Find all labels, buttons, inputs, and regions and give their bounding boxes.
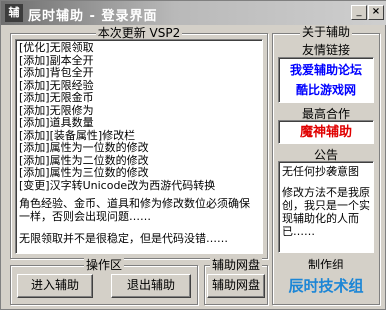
netdisk-button[interactable]: 辅助网盘 <box>207 274 265 298</box>
enter-button[interactable]: 进入辅助 <box>17 274 93 298</box>
about-group-title: 关于辅助 <box>299 25 352 39</box>
update-note-line: [添加]无限金币 <box>19 91 94 104</box>
update-notes-textbox[interactable]: [优化]无限领取 [添加]副本全开 [添加]背包全开 [添加]无限经验 [添加]无限金币… <box>15 39 263 254</box>
minimize-button[interactable]: _ <box>351 5 367 20</box>
update-note-line: [优化]无限领取 <box>19 41 94 54</box>
sponsor-name[interactable]: 魔神辅助 <box>300 125 352 140</box>
update-note-last: 无限领取并不是很稳定，但是代码没错…… <box>19 232 228 245</box>
exit-button[interactable]: 退出辅助 <box>111 274 191 298</box>
update-note-line: [变更]汉字转Unicode改为西游代码转换 <box>19 178 216 192</box>
maker-box: 辰时技术组 <box>278 269 374 303</box>
sponsor-box: 魔神辅助 <box>278 120 374 144</box>
link-forum[interactable]: 我爱辅助论坛 <box>279 60 373 80</box>
update-group-title: 本次更新 VSP2 <box>95 26 183 40</box>
title-bar[interactable]: 辅 辰时辅助 - 登录界面 _ × <box>1 1 386 25</box>
ops-group-title: 操作区 <box>83 258 124 272</box>
close-button[interactable]: × <box>368 5 384 20</box>
friends-title: 友情链接 <box>301 43 350 57</box>
notice-line-1: 无任何抄袭意图 <box>282 165 359 178</box>
maker-name: 辰时技术组 <box>288 277 364 295</box>
link-game-site[interactable]: 酷比游戏网 <box>279 80 373 100</box>
netdisk-group-title: 辅助网盘 <box>209 258 262 272</box>
main-window: 辅 辰时辅助 - 登录界面 _ × 本次更新 VSP2 [优化]无限领取 [添加]… <box>0 0 386 310</box>
friends-box: 我爱辅助论坛 酷比游戏网 <box>278 57 374 103</box>
notice-line-2: 修改方法不是我原创，我只是一个实现辅助化的人而已…… <box>282 186 370 238</box>
update-note-line: [添加]属性为三位数的修改 <box>19 166 149 179</box>
update-note-line: [添加]道具数量 <box>19 116 94 129</box>
app-icon: 辅 <box>5 4 23 22</box>
update-note-paragraph: 角色经验、金币、道具和修为修改数位必须确保一样，否则会出现问题…… <box>19 197 250 223</box>
window-title: 辰时辅助 - 登录界面 <box>28 9 158 24</box>
update-note-line: [添加]背包全开 <box>19 66 94 79</box>
update-note-line: [添加]属性为一位数的修改 <box>19 141 149 154</box>
update-notes-list: [优化]无限领取 [添加]副本全开 [添加]背包全开 [添加]无限经验 [添加]无限金币… <box>19 41 259 192</box>
notice-box: 无任何抄袭意图 修改方法不是我原创，我只是一个实现辅助化的人而已…… <box>278 161 374 253</box>
